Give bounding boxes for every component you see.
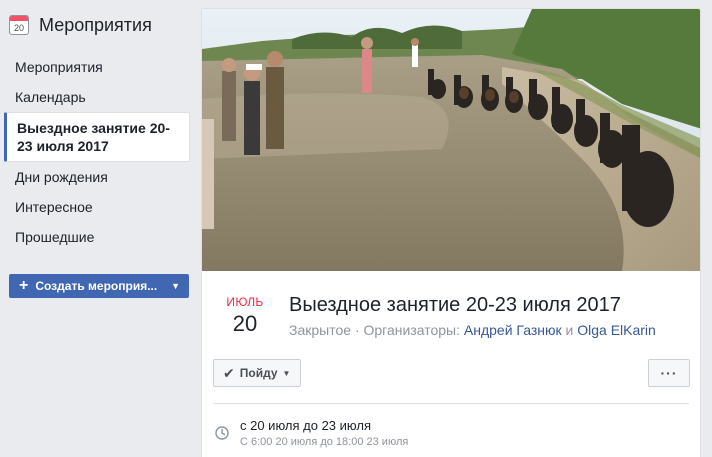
event-date: Июль 20 — [224, 295, 266, 337]
event-meta: Закрытое · Организаторы: Андрей Газнюк и… — [289, 322, 656, 338]
event-day: 20 — [232, 311, 258, 336]
sidebar-item-discover[interactable]: Интересное — [4, 192, 190, 222]
sidebar-item-past[interactable]: Прошедшие — [4, 222, 190, 252]
event-privacy: Закрытое — [289, 322, 352, 338]
sidebar-nav: Мероприятия Календарь Выездное занятие 2… — [4, 52, 190, 252]
create-event-label: Создать мероприя... — [35, 279, 158, 293]
meta-separator: · — [354, 322, 364, 338]
event-time[interactable]: с 20 июля до 23 июля — [240, 418, 371, 433]
organizer-link-1[interactable]: Андрей Газнюк — [464, 322, 562, 338]
chevron-down-icon[interactable]: ▼ — [171, 281, 180, 291]
organizers-label: Организаторы: — [363, 322, 461, 338]
create-event-button[interactable]: + Создать мероприя... ▼ — [9, 274, 189, 298]
organizers-and: и — [565, 322, 574, 338]
event-title: Выездное занятие 20-23 июля 2017 — [289, 294, 621, 316]
clock-icon — [215, 426, 229, 440]
event-time-detail: С 6:00 20 июля до 18:00 23 июля — [240, 436, 409, 448]
check-icon: ✔ — [223, 364, 235, 381]
chevron-down-icon: ▼ — [282, 368, 291, 378]
sidebar-item-current-event[interactable]: Выездное занятие 20-23 июля 2017 — [4, 112, 190, 162]
sidebar-header[interactable]: 20 Мероприятия — [9, 12, 152, 38]
sidebar-item-events[interactable]: Мероприятия — [4, 52, 190, 82]
sidebar: 20 Мероприятия Мероприятия Календарь Вые… — [0, 0, 196, 457]
sidebar-title: Мероприятия — [39, 14, 152, 35]
calendar-icon-day: 20 — [13, 23, 24, 33]
organizer-link-2[interactable]: Olga ElKarin — [577, 322, 656, 338]
going-label: Пойду — [239, 366, 278, 380]
event-card: Июль 20 Выездное занятие 20-23 июля 2017… — [201, 8, 701, 457]
going-button[interactable]: ✔ Пойду ▼ — [213, 359, 302, 387]
plus-icon: + — [19, 277, 29, 294]
calendar-icon: 20 — [9, 15, 29, 35]
divider — [213, 403, 689, 404]
event-cover-photo[interactable] — [202, 9, 701, 271]
more-options-button[interactable]: ··· — [648, 359, 690, 387]
sidebar-item-birthdays[interactable]: Дни рождения — [4, 162, 190, 192]
sidebar-item-calendar[interactable]: Календарь — [4, 82, 190, 112]
event-month: Июль — [226, 295, 264, 309]
